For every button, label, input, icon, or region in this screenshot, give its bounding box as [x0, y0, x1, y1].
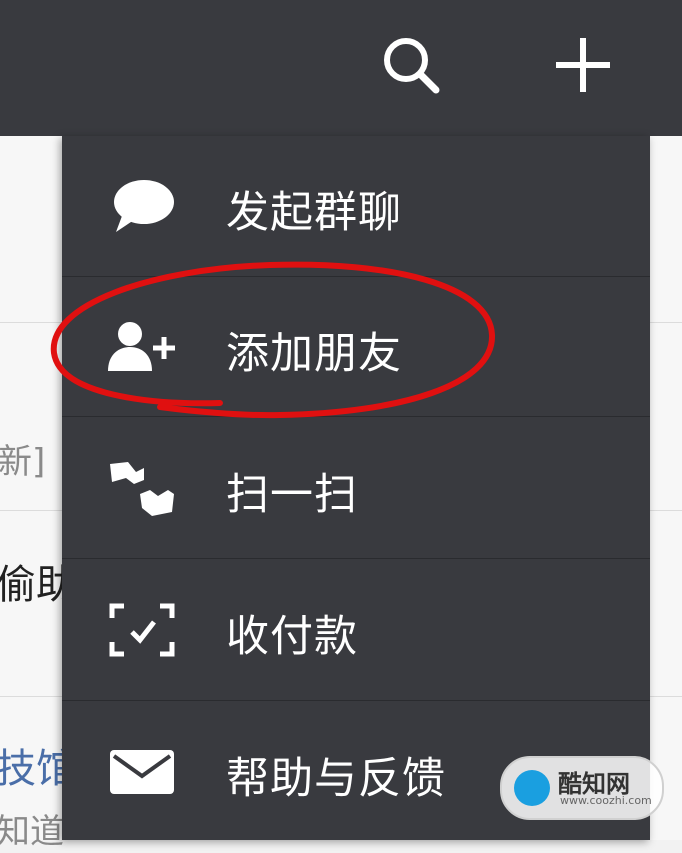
menu-item-group-chat[interactable]: 发起群聊	[62, 136, 650, 276]
menu-item-payment[interactable]: 收付款	[62, 560, 650, 700]
chat-bubble-icon	[114, 180, 174, 232]
scan-icon	[110, 462, 174, 516]
top-bar	[0, 0, 682, 136]
list-item-snippet: 新]	[0, 442, 46, 482]
watermark-url: www.coozhi.com	[560, 794, 652, 807]
watermark: 酷知网 www.coozhi.com	[500, 756, 664, 820]
menu-item-label: 添加朋友	[226, 329, 402, 379]
plus-popup-menu: 发起群聊 添加朋友 扫一扫 收付款 帮助与反馈	[62, 136, 650, 840]
menu-divider	[62, 558, 650, 559]
list-item-snippet: 知道	[0, 812, 64, 852]
payment-scan-icon	[109, 603, 175, 657]
menu-item-label: 发起群聊	[226, 188, 402, 238]
menu-divider	[62, 416, 650, 417]
search-icon[interactable]	[376, 30, 446, 100]
watermark-logo-icon	[514, 770, 550, 806]
menu-item-scan[interactable]: 扫一扫	[62, 418, 650, 558]
menu-item-label: 帮助与反馈	[226, 754, 446, 804]
menu-item-label: 收付款	[226, 612, 358, 662]
envelope-icon	[110, 750, 174, 794]
add-friend-icon	[108, 322, 175, 371]
menu-item-add-friend[interactable]: 添加朋友	[62, 277, 650, 417]
menu-divider	[62, 700, 650, 701]
plus-icon[interactable]	[548, 30, 618, 100]
menu-item-label: 扫一扫	[226, 470, 358, 520]
